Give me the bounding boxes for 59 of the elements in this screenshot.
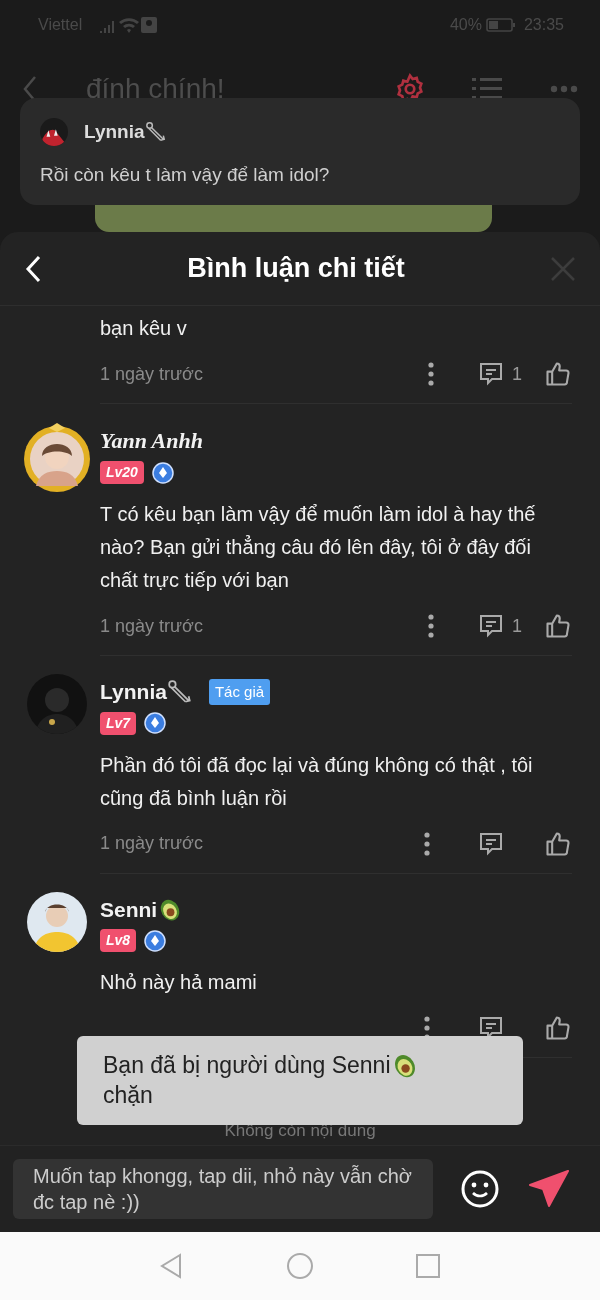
back-button[interactable]: [24, 254, 42, 283]
more-button[interactable]: [428, 362, 434, 386]
send-icon: [529, 1170, 569, 1208]
back-icon: [24, 254, 42, 283]
user-name: Lynnia: [100, 679, 167, 705]
comment-icon: [478, 613, 504, 639]
comment-icon: [478, 830, 504, 857]
comment-input-field[interactable]: Muốn tap khongg, tap dii, nhỏ này vẫn chờ đc tap nè :)): [13, 1159, 433, 1219]
user-name: Yann Anhh: [100, 427, 203, 455]
smiley-icon: [461, 1170, 499, 1208]
close-icon: [550, 255, 576, 282]
user-name: Lynnia: [84, 120, 145, 144]
like-button[interactable]: [544, 612, 572, 640]
toast-message: chặn: [103, 1081, 154, 1110]
send-button[interactable]: [529, 1170, 569, 1208]
more-icon: [428, 362, 434, 386]
comment-time: 1 ngày trước: [100, 832, 203, 855]
notification-card[interactable]: Lynnia Rồi còn kêu t làm vậy để làm idol?: [20, 98, 580, 205]
verified-icon: [144, 929, 167, 952]
home-icon: [286, 1252, 314, 1280]
comment-icon: [478, 361, 504, 387]
reply-button[interactable]: 1: [478, 361, 526, 387]
sim-icon: [140, 16, 159, 34]
user-name: Senni: [100, 896, 158, 923]
more-icon: [428, 614, 434, 638]
sheet-title: Bình luận chi tiết: [187, 252, 405, 286]
avatar-frame-drawing: [22, 422, 92, 494]
level-tag: Lv20: [100, 461, 144, 484]
like-button[interactable]: [544, 360, 572, 388]
reply-count: 1: [512, 615, 522, 637]
wifi-icon: [118, 16, 141, 34]
comment-text: Nhỏ này hả mami: [100, 970, 258, 995]
reply-button[interactable]: 1: [478, 613, 526, 639]
thumbs-up-icon: [544, 360, 572, 388]
thumbs-up-icon: [544, 612, 572, 640]
comment-time: 1 ngày trước: [100, 614, 203, 638]
level-tag: Lv7: [100, 711, 137, 735]
comment-text: Phần đó tôi đã đọc lại và đúng không có thật , tôi cũng đã bình luận rồi: [100, 752, 534, 811]
like-button[interactable]: [544, 1014, 572, 1042]
notification-message: Rồi còn kêu t làm vậy để làm idol?: [40, 162, 331, 187]
battery-icon: [485, 17, 516, 33]
safety-pin-icon: [144, 121, 167, 144]
comment-text: bạn kêu v: [100, 316, 188, 341]
emoji-button[interactable]: [461, 1170, 499, 1208]
recents-icon: [414, 1252, 442, 1280]
more-icon: [550, 85, 578, 93]
reply-count: 1: [512, 363, 522, 385]
safety-pin-icon: [166, 678, 193, 705]
comment-text: T có kêu bạn làm vậy để muốn làm idol à hay thế nào? Bạn gửi thẳng câu đó lên đây, tôi ở đây đối chất trực tiếp với bạn: [100, 502, 537, 593]
comment-time: 1 ngày trước: [100, 362, 203, 386]
thumbs-up-icon: [544, 1014, 572, 1042]
author-tag: Tác giả: [208, 678, 271, 705]
verified-icon: [144, 712, 167, 734]
toast-message: Bạn đã bị người dùng Senni: [103, 1051, 391, 1080]
more-button[interactable]: [428, 614, 434, 638]
level-tag: Lv8: [100, 929, 137, 952]
more-button[interactable]: [424, 831, 430, 856]
verified-icon: [151, 461, 174, 484]
more-icon: [424, 831, 430, 856]
